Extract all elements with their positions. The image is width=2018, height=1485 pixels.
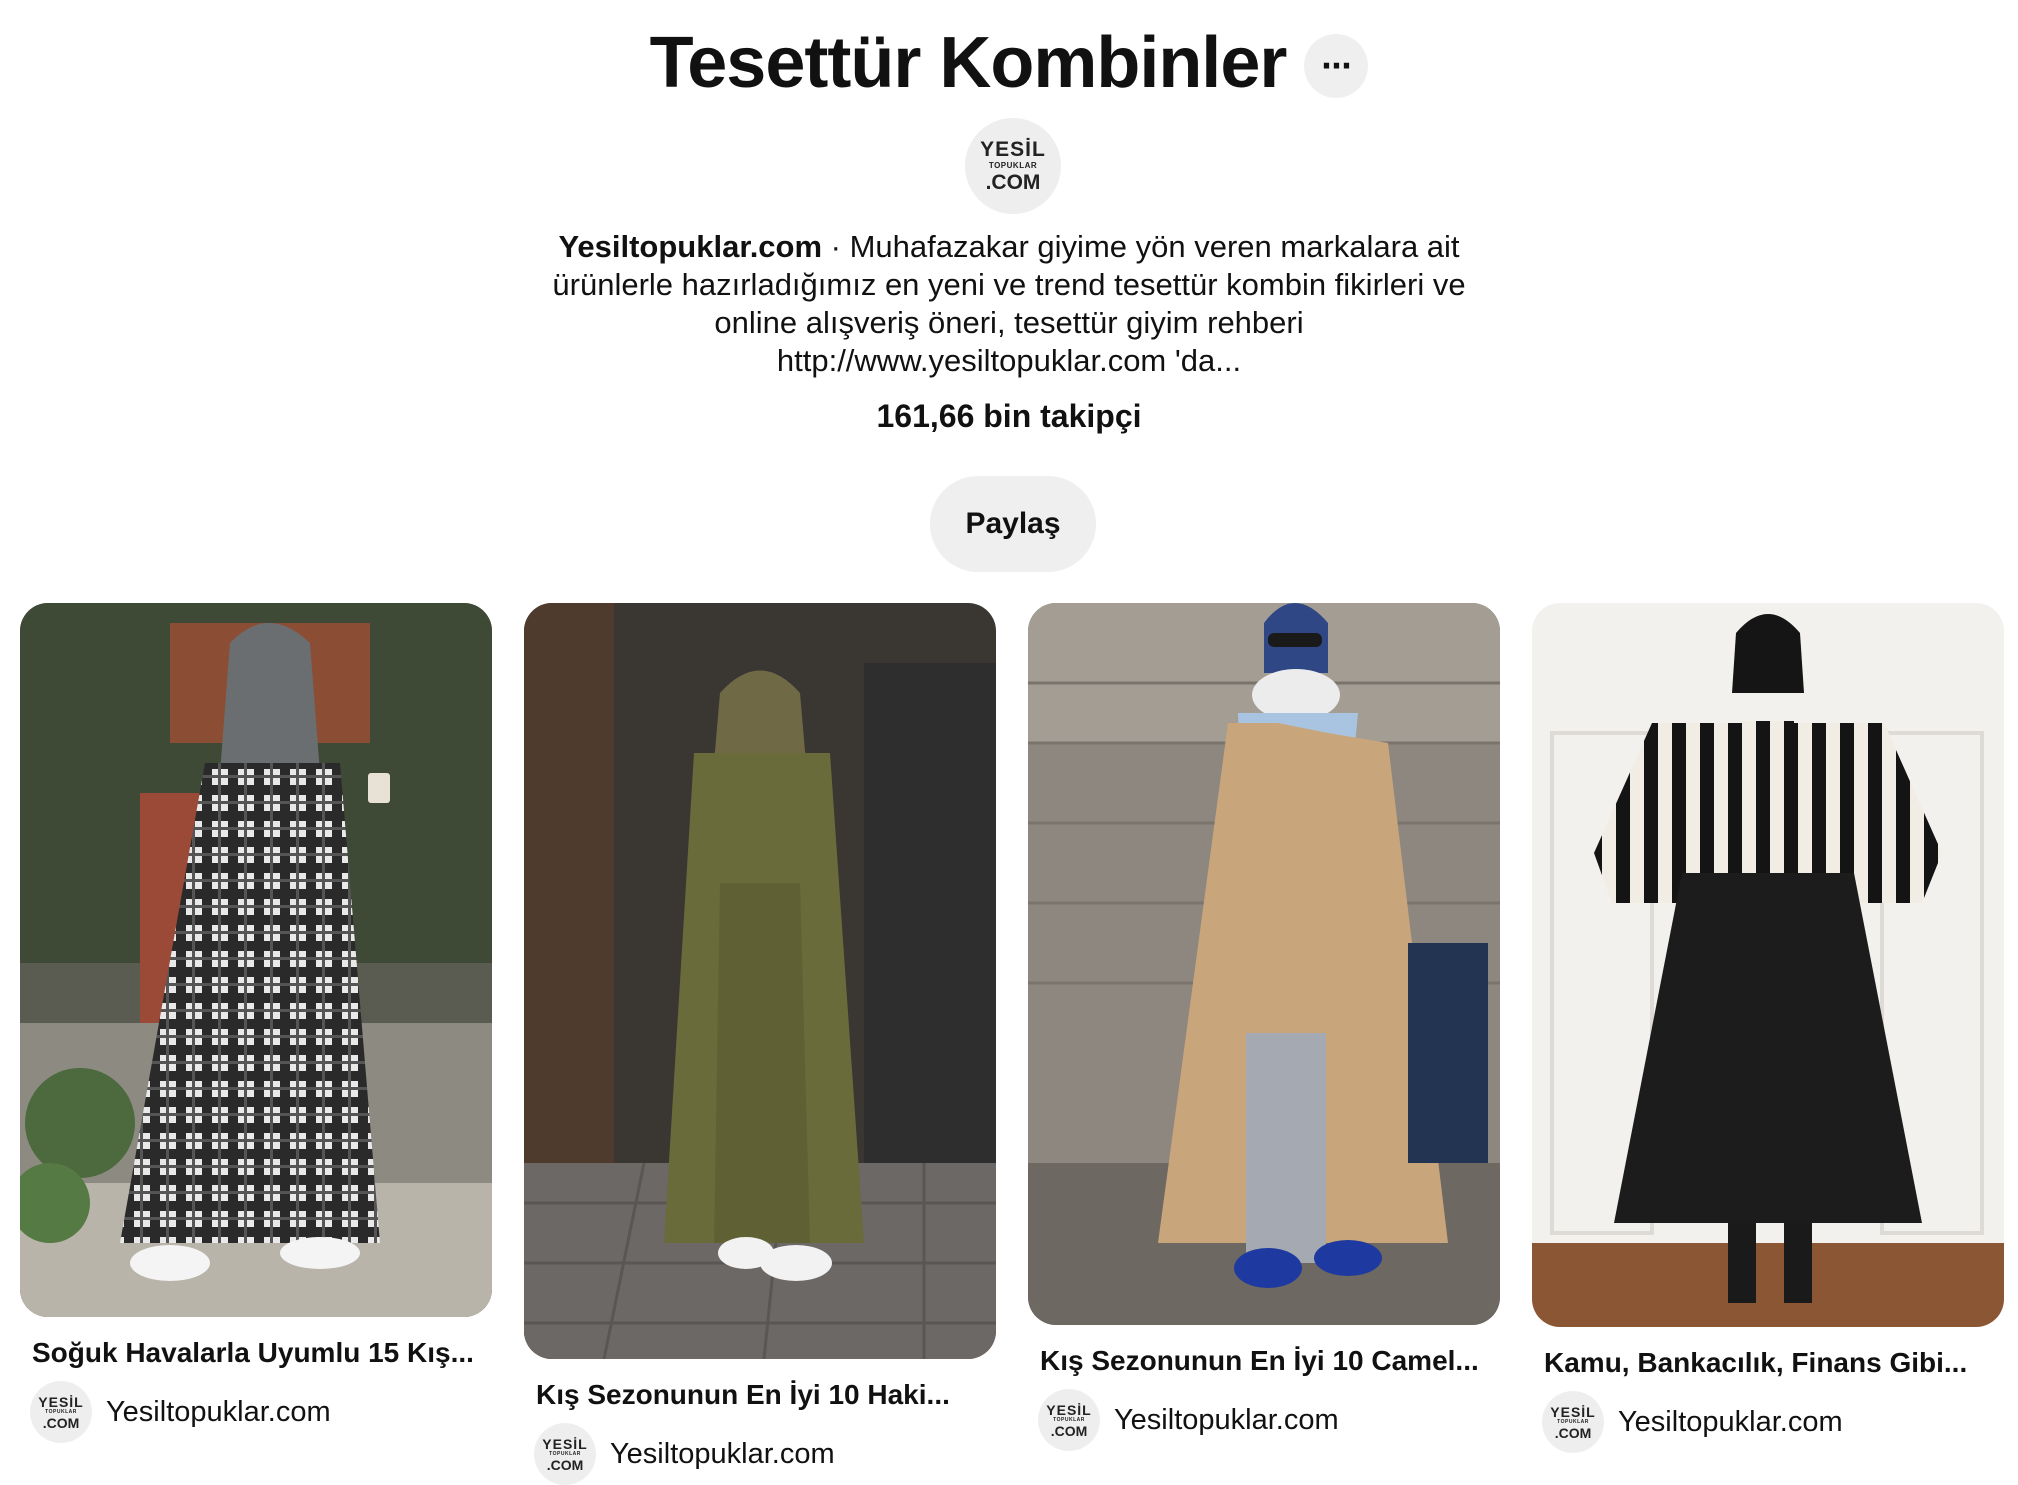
pin-meta: YESİL TOPUKLAR .COM Yesiltopuklar.com: [524, 1423, 996, 1485]
pin-title[interactable]: Kamu, Bankacılık, Finans Gibi...: [1532, 1347, 1992, 1379]
logo-line-1: YESİL: [1046, 1401, 1092, 1418]
followers-count[interactable]: 161,66 bin takipçi: [0, 398, 2018, 435]
pin-source-avatar[interactable]: YESİL TOPUKLAR .COM: [534, 1423, 596, 1485]
pin-photo-plaid-dress: [20, 603, 492, 1317]
pin-source-avatar[interactable]: YESİL TOPUKLAR .COM: [1038, 1389, 1100, 1451]
pin-source-avatar[interactable]: YESİL TOPUKLAR .COM: [1542, 1391, 1604, 1453]
pin-card[interactable]: Kış Sezonunun En İyi 10 Haki... YESİL TO…: [524, 603, 996, 1485]
logo-line-2: TOPUKLAR: [45, 1408, 77, 1415]
pin-title[interactable]: Kış Sezonunun En İyi 10 Haki...: [524, 1379, 984, 1411]
logo-line-1: YESİL: [38, 1393, 84, 1410]
pin-image[interactable]: [1532, 603, 2004, 1327]
pin-meta: YESİL TOPUKLAR .COM Yesiltopuklar.com: [20, 1381, 492, 1443]
logo-line-3: .COM: [1050, 1422, 1088, 1439]
pin-source-name[interactable]: Yesiltopuklar.com: [610, 1438, 835, 1471]
logo-line-1: YESİL: [1550, 1403, 1596, 1420]
logo-line-1: YESİL: [542, 1435, 588, 1452]
pin-photo-camel-coat: [1028, 603, 1500, 1325]
owner-name-link[interactable]: Yesiltopuklar.com: [558, 229, 822, 264]
pin-image[interactable]: [1028, 603, 1500, 1325]
pin-card[interactable]: Kamu, Bankacılık, Finans Gibi... YESİL T…: [1532, 603, 2004, 1453]
pin-source-name[interactable]: Yesiltopuklar.com: [106, 1396, 331, 1429]
pin-title[interactable]: Soğuk Havalarla Uyumlu 15 Kış...: [20, 1337, 480, 1369]
logo-line-2: TOPUKLAR: [988, 161, 1038, 170]
pin-source-name[interactable]: Yesiltopuklar.com: [1618, 1406, 1843, 1439]
logo-line-3: .COM: [42, 1414, 80, 1431]
ellipsis-icon: ⋯: [1321, 49, 1352, 83]
logo-line-1: YESİL: [980, 138, 1046, 161]
share-button[interactable]: Paylaş: [930, 476, 1096, 572]
pin-card[interactable]: Soğuk Havalarla Uyumlu 15 Kış... YESİL T…: [20, 603, 492, 1443]
logo-line-2: TOPUKLAR: [549, 1450, 581, 1457]
logo-line-3: .COM: [985, 171, 1041, 194]
board-title-row: Tesettür Kombinler ⋯: [0, 18, 2018, 108]
logo-line-2: TOPUKLAR: [1557, 1418, 1589, 1425]
logo-line-3: .COM: [546, 1456, 584, 1473]
pin-image[interactable]: [20, 603, 492, 1317]
pin-source-name[interactable]: Yesiltopuklar.com: [1114, 1404, 1339, 1437]
board-title: Tesettür Kombinler: [649, 23, 1288, 103]
pin-image[interactable]: [524, 603, 996, 1359]
pin-photo-khaki-coat: [524, 603, 996, 1359]
more-options-button[interactable]: ⋯: [1304, 34, 1369, 98]
pin-meta: YESİL TOPUKLAR .COM Yesiltopuklar.com: [1532, 1391, 2004, 1453]
pin-photo-striped-blouse: [1532, 603, 2004, 1327]
pin-title[interactable]: Kış Sezonunun En İyi 10 Camel...: [1028, 1345, 1488, 1377]
pin-card[interactable]: Kış Sezonunun En İyi 10 Camel... YESİL T…: [1028, 603, 1500, 1451]
logo-line-3: .COM: [1554, 1424, 1592, 1441]
description-separator: ·: [822, 229, 850, 264]
pin-meta: YESİL TOPUKLAR .COM Yesiltopuklar.com: [1028, 1389, 1500, 1451]
owner-avatar[interactable]: YESİL TOPUKLAR .COM: [965, 118, 1061, 214]
logo-line-2: TOPUKLAR: [1053, 1416, 1085, 1423]
pin-source-avatar[interactable]: YESİL TOPUKLAR .COM: [30, 1381, 92, 1443]
board-description: Yesiltopuklar.com · Muhafazakar giyime y…: [520, 228, 1498, 380]
